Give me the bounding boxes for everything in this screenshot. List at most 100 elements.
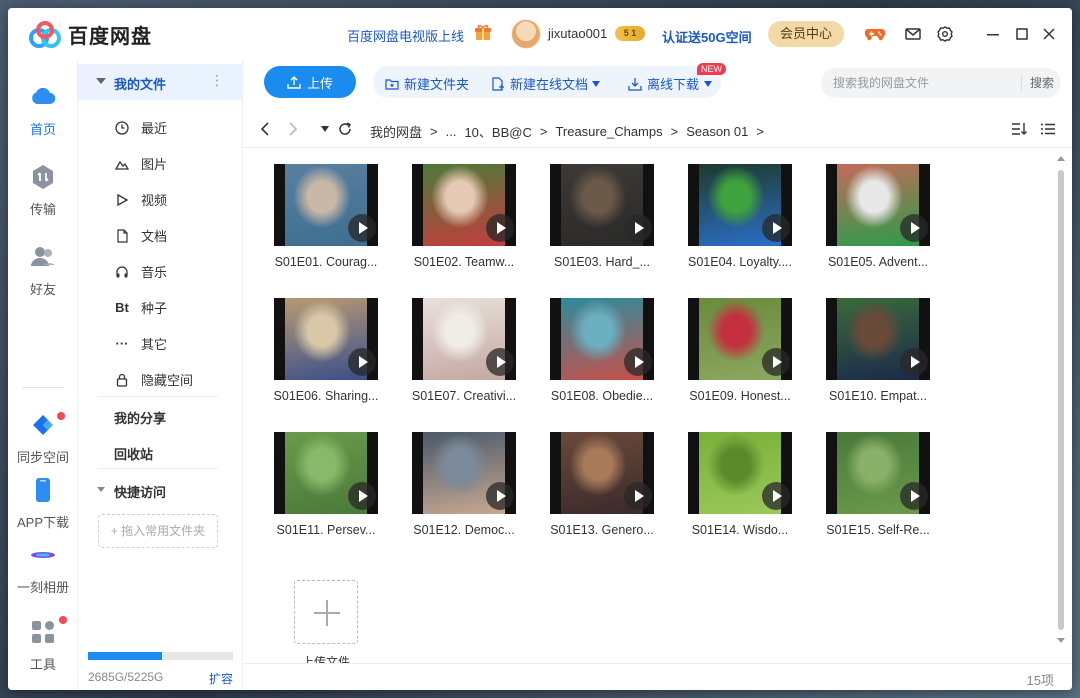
history-dropdown-icon[interactable] (317, 121, 333, 137)
settings-gear-icon[interactable] (935, 24, 955, 44)
drag-folder-dropzone[interactable]: + 拖入常用文件夹 (98, 514, 218, 548)
scroll-thumb[interactable] (1058, 170, 1064, 630)
maximize-icon[interactable] (1012, 24, 1032, 44)
video-thumbnail[interactable] (274, 298, 378, 380)
play-icon[interactable] (624, 348, 652, 376)
play-icon[interactable] (624, 482, 652, 510)
user-avatar[interactable] (511, 19, 541, 49)
upload-file-tile[interactable] (294, 580, 358, 644)
verify-promo-link[interactable]: 认证送50G空间 (662, 27, 752, 46)
breadcrumb-separator: > (430, 124, 438, 139)
lock-icon (114, 372, 130, 388)
upload-button[interactable]: 上传 (264, 66, 356, 98)
my-files-label: 我的文件 (114, 77, 167, 92)
breadcrumb-item[interactable]: 10、BB@C (464, 122, 531, 141)
video-thumbnail[interactable] (550, 432, 654, 514)
sidebar-item-recent[interactable]: 最近 (114, 118, 167, 137)
game-controller-icon[interactable] (865, 24, 885, 44)
collapse-caret-icon[interactable] (97, 487, 105, 492)
play-icon[interactable] (486, 482, 514, 510)
new-folder-icon (385, 78, 399, 90)
video-thumbnail[interactable] (550, 298, 654, 380)
gift-icon[interactable] (474, 23, 492, 41)
breadcrumb-item[interactable]: 我的网盘 (370, 122, 422, 141)
nav-sync-space[interactable]: 同步空间 (8, 412, 78, 466)
new-online-doc-button[interactable]: 新建在线文档 (491, 74, 601, 93)
play-icon[interactable] (900, 482, 928, 510)
breadcrumb-item[interactable]: Treasure_Champs (555, 124, 662, 139)
quick-access-header[interactable]: 快捷访问 (114, 482, 166, 501)
play-icon[interactable] (486, 214, 514, 242)
sidebar-item-music[interactable]: 音乐 (114, 262, 167, 281)
play-icon[interactable] (348, 348, 376, 376)
search-button[interactable]: 搜索 (1021, 75, 1054, 91)
sidebar-item-images[interactable]: 图片 (114, 154, 167, 173)
nav-home[interactable]: 首页 (8, 84, 78, 138)
vip-level-badge[interactable]: 5 1 (615, 26, 645, 41)
refresh-icon[interactable] (337, 121, 353, 137)
more-options-icon[interactable]: ⋮ (210, 72, 224, 89)
sidebar-item-videos[interactable]: 视频 (114, 190, 167, 209)
app-logo[interactable]: 百度网盘 (28, 20, 152, 49)
video-thumbnail[interactable] (550, 164, 654, 246)
video-thumbnail[interactable] (412, 164, 516, 246)
play-icon[interactable] (762, 348, 790, 376)
collapse-caret-icon[interactable] (96, 78, 106, 84)
sidebar-item-torrents[interactable]: Bt 种子 (114, 298, 167, 317)
nav-transfer[interactable]: 传输 (8, 164, 78, 218)
minimize-icon[interactable] (983, 24, 1003, 44)
file-name: S01E12. Democ... (413, 523, 515, 537)
sidebar-item-documents[interactable]: 文档 (114, 226, 167, 245)
scroll-down-arrow-icon[interactable] (1057, 638, 1065, 643)
video-thumbnail[interactable] (688, 432, 792, 514)
my-files-header[interactable]: 我的文件 ⋮ (78, 64, 243, 100)
breadcrumb-item[interactable]: Season 01 (686, 124, 748, 139)
nav-app-download[interactable]: APP下载 (8, 477, 78, 531)
mail-icon[interactable] (903, 24, 923, 44)
video-thumbnail[interactable] (412, 432, 516, 514)
scroll-up-arrow-icon[interactable] (1057, 156, 1065, 161)
tv-version-link[interactable]: 百度网盘电视版上线 (347, 26, 464, 45)
video-thumbnail[interactable] (688, 164, 792, 246)
video-thumbnail[interactable] (826, 298, 930, 380)
play-icon[interactable] (900, 214, 928, 242)
image-icon (114, 156, 130, 172)
sidebar-item-hidden-space[interactable]: 隐藏空间 (114, 370, 193, 389)
sidebar-divider (98, 468, 218, 469)
my-share-link[interactable]: 我的分享 (114, 408, 166, 427)
username[interactable]: jixutao001 (548, 26, 607, 41)
video-thumbnail[interactable] (688, 298, 792, 380)
video-thumbnail[interactable] (826, 164, 930, 246)
nav-friends[interactable]: 好友 (8, 244, 78, 298)
play-icon[interactable] (348, 482, 376, 510)
sort-icon[interactable] (1011, 121, 1027, 137)
play-icon[interactable] (624, 214, 652, 242)
play-icon[interactable] (486, 348, 514, 376)
forward-arrow-icon[interactable] (285, 121, 301, 137)
breadcrumb-ellipsis[interactable]: ... (446, 124, 457, 139)
search-input[interactable] (833, 74, 1013, 92)
video-thumbnail[interactable] (274, 164, 378, 246)
back-arrow-icon[interactable] (257, 121, 273, 137)
sidebar-item-other[interactable]: ··· 其它 (114, 334, 168, 353)
close-icon[interactable] (1039, 24, 1059, 44)
navigation-bar: 我的网盘 > ... 10、BB@C > Treasure_Champs > S… (243, 112, 1072, 148)
play-icon[interactable] (762, 482, 790, 510)
play-icon[interactable] (348, 214, 376, 242)
play-icon[interactable] (900, 348, 928, 376)
play-icon[interactable] (762, 214, 790, 242)
video-thumbnail[interactable] (826, 432, 930, 514)
new-folder-button[interactable]: 新建文件夹 (385, 74, 469, 93)
expand-storage-link[interactable]: 扩容 (209, 670, 233, 687)
member-center-button[interactable]: 会员中心 (768, 21, 844, 47)
vertical-scrollbar[interactable] (1056, 156, 1065, 644)
video-thumbnail[interactable] (274, 432, 378, 514)
list-view-icon[interactable] (1040, 121, 1056, 137)
video-thumbnail[interactable] (412, 298, 516, 380)
offline-download-button[interactable]: 离线下载 (628, 74, 713, 93)
play-icon (114, 192, 130, 208)
recycle-bin-link[interactable]: 回收站 (114, 444, 153, 463)
nav-album[interactable]: 一刻相册 (8, 542, 78, 596)
nav-tools[interactable]: 工具 (8, 616, 78, 673)
file-name: S01E09. Honest... (689, 389, 791, 403)
